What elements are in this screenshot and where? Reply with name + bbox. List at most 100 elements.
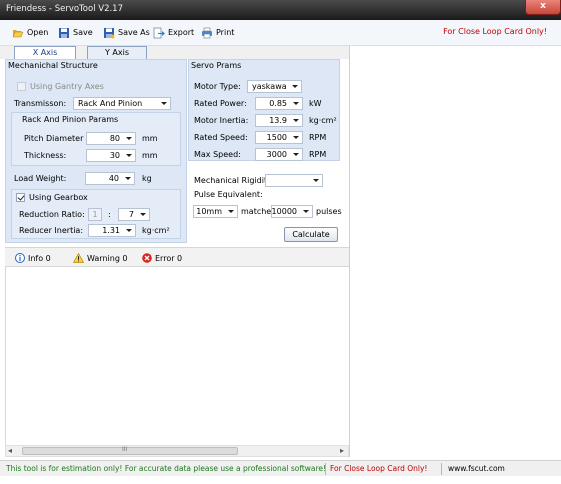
ratio-label: Reduction Ratio: (19, 210, 85, 219)
close-button[interactable]: x (525, 0, 561, 15)
status-separator (441, 463, 442, 475)
motor-type-value: yaskawa (252, 82, 287, 91)
load-unit: kg (142, 174, 152, 183)
chevron-down-icon (290, 115, 302, 126)
max-speed-select[interactable]: 3000 (255, 148, 303, 161)
message-tabs: Info 0 Warning 0 Error 0 (5, 247, 349, 267)
chevron-down-icon (122, 173, 134, 184)
chevron-down-icon (290, 98, 302, 109)
pulse-count-select[interactable]: 10000 (271, 205, 313, 218)
pitch-select[interactable]: 80 (86, 132, 136, 145)
ratio-colon: : (108, 210, 111, 219)
status-bar: This tool is for estimation only! For ac… (0, 460, 561, 476)
status-separator (325, 463, 326, 475)
gearbox-checkbox[interactable] (16, 193, 25, 202)
save-as-icon (104, 28, 115, 39)
gantry-checkbox[interactable] (17, 82, 26, 91)
servo-title: Servo Prams (191, 61, 242, 70)
pulse-mm-value: 10mm (196, 207, 222, 216)
scroll-thumb[interactable]: III (22, 446, 238, 455)
save-label: Save (73, 28, 93, 37)
pitch-value: 80 (109, 134, 120, 143)
pitch-label: Pitch Diameter (24, 134, 84, 143)
max-speed-unit: RPM (309, 150, 327, 159)
transmission-value: Rack And Pinion (78, 99, 143, 108)
tab-x-axis[interactable]: X Axis (14, 46, 76, 59)
chevron-down-icon (310, 175, 322, 186)
max-speed-label: Max Speed: (194, 150, 241, 159)
load-select[interactable]: 40 (85, 172, 135, 185)
export-label: Export (168, 28, 195, 37)
print-button[interactable]: Print (201, 26, 234, 40)
reducer-inertia-label: Reducer Inertia: (19, 226, 84, 235)
export-icon (153, 27, 165, 39)
load-label: Load Weight: (14, 174, 67, 183)
max-speed-value: 3000 (266, 150, 287, 159)
motor-type-select[interactable]: yaskawa (247, 80, 302, 93)
ratio-right-value: 7 (128, 210, 134, 219)
chevron-down-icon (137, 209, 149, 220)
scroll-left-icon[interactable]: ◂ (8, 446, 12, 455)
chevron-down-icon (225, 206, 237, 217)
rated-speed-value: 1500 (266, 133, 287, 142)
axis-tabs: X Axis Y Axis (0, 46, 349, 59)
folder-open-icon (12, 30, 24, 38)
message-list[interactable] (5, 267, 349, 445)
transmission-select[interactable]: Rack And Pinion (73, 97, 171, 110)
ratio-right-select[interactable]: 7 (118, 208, 150, 221)
pulse-mm-select[interactable]: 10mm (193, 205, 238, 218)
parameter-panel: Mechanichal Structure Using Gantry Axes … (5, 59, 349, 247)
horizontal-scrollbar[interactable]: ◂ III ▸ (5, 445, 349, 457)
mechanical-title: Mechanichal Structure (8, 61, 98, 70)
rated-power-label: Rated Power: (194, 99, 247, 108)
result-pane (350, 46, 561, 457)
rigidity-select[interactable] (265, 174, 323, 187)
print-label: Print (216, 28, 235, 37)
save-button[interactable]: Save (58, 26, 93, 40)
tab-y-axis[interactable]: Y Axis (87, 46, 147, 59)
reducer-inertia-unit: kg·cm² (142, 226, 170, 235)
toolbar-notice: For Close Loop Card Only! (443, 27, 547, 36)
warning-tab[interactable]: Warning 0 (73, 253, 128, 263)
thickness-value: 30 (109, 151, 120, 160)
open-button[interactable]: Open (12, 26, 48, 40)
pitch-unit: mm (142, 134, 158, 143)
motor-inertia-select[interactable]: 13.9 (255, 114, 303, 127)
pulses-label: pulses (316, 207, 342, 216)
rack-pinion-group: Rack And Pinion Params Pitch Diameter 80… (11, 112, 181, 166)
scroll-grip: III (122, 446, 128, 453)
thickness-label: Thickness: (24, 151, 67, 160)
ratio-left-input[interactable]: 1 (88, 208, 102, 221)
rated-power-value: 0.85 (269, 99, 287, 108)
thickness-select[interactable]: 30 (86, 149, 136, 162)
window-title: Friendess - ServoTool V2.17 (6, 4, 123, 14)
status-estimate: This tool is for estimation only! For ac… (6, 464, 327, 473)
chevron-down-icon (158, 98, 170, 109)
rated-speed-select[interactable]: 1500 (255, 131, 303, 144)
rated-power-select[interactable]: 0.85 (255, 97, 303, 110)
floppy-disk-icon (59, 28, 69, 38)
servo-params-group: Servo Prams Motor Type: yaskawa Rated Po… (188, 59, 340, 161)
motor-inertia-label: Motor Inertia: (194, 116, 249, 125)
toolbar: Open Save Save As Export Print For Close… (0, 20, 561, 46)
gearbox-group: Using Gearbox Reduction Ratio: 1 : 7 Red… (11, 189, 181, 239)
scroll-right-icon[interactable]: ▸ (340, 446, 344, 455)
info-tab[interactable]: Info 0 (15, 253, 51, 263)
pulse-label: Pulse Equivalent: (194, 190, 263, 199)
chevron-down-icon (300, 206, 312, 217)
gantry-label: Using Gantry Axes (30, 82, 104, 91)
export-button[interactable]: Export (153, 26, 194, 40)
rigidity-label: Mechanical Rigidity: (194, 176, 274, 185)
calculate-button[interactable]: Calculate (284, 227, 338, 242)
reducer-inertia-value: 1.31 (102, 226, 120, 235)
save-as-button[interactable]: Save As (103, 26, 150, 40)
status-closeloop: For Close Loop Card Only! (330, 464, 428, 473)
status-website: www.fscut.com (448, 464, 505, 473)
error-tab[interactable]: Error 0 (142, 253, 182, 263)
thickness-unit: mm (142, 151, 158, 160)
gearbox-label: Using Gearbox (29, 193, 88, 202)
error-label: Error 0 (155, 253, 183, 263)
info-icon (15, 253, 25, 263)
chevron-down-icon (289, 81, 301, 92)
reducer-inertia-select[interactable]: 1.31 (88, 224, 136, 237)
